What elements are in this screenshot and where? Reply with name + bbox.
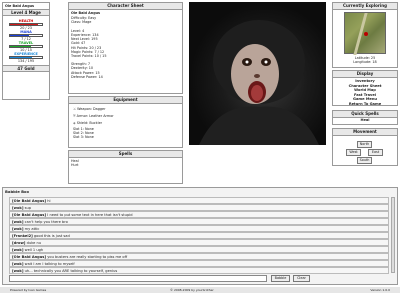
- move-south-button[interactable]: South: [357, 157, 372, 164]
- spell-hurt[interactable]: Hurt: [69, 163, 182, 167]
- chat-author: [wok]: [12, 220, 24, 224]
- character-sheet-panel: Character Sheet Ole Bald Angus Difficult…: [68, 2, 183, 94]
- footer-powered: Powered by Ivan Games: [10, 288, 47, 292]
- shield-icon: ◈: [73, 121, 76, 125]
- movement-panel: Movement North West East South: [332, 128, 398, 166]
- chat-author: [wok]: [12, 269, 24, 273]
- map-thumbnail[interactable]: [344, 12, 386, 55]
- display-link-return-to-game[interactable]: Return To Game: [333, 102, 397, 107]
- equipment-armor: ⛨ Armor: Leather Armor: [73, 114, 114, 118]
- travel-bar-fill: [10, 46, 32, 48]
- chat-text: my attic: [24, 227, 40, 231]
- chat-log[interactable]: [Ole Bald Angus] hi [wok] sup [Ole Bald An…: [3, 188, 397, 284]
- spells-panel: Spells Heal Hurt: [68, 150, 183, 184]
- gold-label: 47 Gold: [3, 65, 49, 73]
- chat-text: I need to put some text in here that isn…: [47, 213, 133, 217]
- equipment-shield: ◈ Shield: Buckler: [73, 121, 103, 125]
- armor-icon: ⛨: [73, 114, 76, 118]
- move-north-button[interactable]: North: [357, 141, 372, 148]
- chat-message: [Ole Bald Angus] hi: [9, 197, 389, 204]
- longitude: Longitude: 18: [353, 60, 377, 64]
- exploring-title: Currently Exploring: [333, 3, 397, 10]
- experience-bar-fill: [10, 57, 33, 59]
- sword-icon: ⚔: [73, 107, 77, 111]
- babble-button[interactable]: Babble: [271, 275, 290, 282]
- chat-text: hi: [47, 199, 51, 203]
- chat-message: [Ole Bald Angus] I need to put some text…: [9, 211, 389, 218]
- location-marker-icon: [364, 32, 368, 36]
- chat-message: [Ole Bald Angus] you busters are really …: [9, 253, 389, 260]
- game-page: Ole Bald Angus Level 4 Mage HEALTH 20 / …: [0, 0, 400, 293]
- chat-author: [Ole Bald Angus]: [12, 213, 47, 217]
- chat-scrollbar[interactable]: [391, 197, 395, 273]
- experience-value: 134 / 195: [17, 59, 35, 64]
- equipment-slot-3: Slot 3: None: [73, 135, 94, 140]
- health-bar: [9, 23, 43, 27]
- chat-text: good this is just sad: [33, 234, 70, 238]
- footer-copyright: © 2008-2009 by yourbrother: [170, 288, 214, 292]
- chat-text: duke nu: [26, 241, 41, 245]
- scene-image: [189, 2, 326, 145]
- move-east-button[interactable]: East: [368, 149, 383, 156]
- footer: Powered by Ivan Games © 2008-2009 by you…: [0, 287, 400, 293]
- equipment-title: Equipment: [69, 97, 182, 104]
- travel-bar: [9, 45, 43, 49]
- equipment-weapon: ⚔ Weapon: Dagger: [73, 107, 106, 111]
- quick-spells-title: Quick Spells: [333, 111, 397, 118]
- chat-message: [Frankel2] good this is just sad: [9, 232, 389, 239]
- chat-text: can't help you there bro: [24, 220, 68, 224]
- character-sheet-title: Character Sheet: [69, 3, 182, 10]
- chat-author: [wok]: [12, 248, 24, 252]
- chat-message: [wok] well 1 ugh: [9, 246, 389, 253]
- spells-title: Spells: [69, 151, 182, 158]
- move-west-button[interactable]: West: [346, 149, 361, 156]
- chat-text: well 1 ugh: [24, 248, 44, 252]
- chat-text: wait I am I talking to myself: [24, 262, 75, 266]
- chat-author: [wok]: [12, 227, 24, 231]
- chat-message: [wok] uh... technically you ARE talking …: [9, 267, 389, 274]
- display-links: Inventory Character Sheet World Map Fast Tr…: [333, 78, 397, 107]
- chat-message: [wok] sup: [9, 204, 389, 211]
- sheet-stats: Difficulty: Easy Class: Mage Level: 4 Exper…: [69, 16, 182, 79]
- chat-message: [wok] wait I am I talking to myself: [9, 260, 389, 267]
- equipment-panel: Equipment ⚔ Weapon: Dagger ⛨ Armor: Leat…: [68, 96, 183, 148]
- quick-spells-panel: Quick Spells Heal: [332, 110, 398, 125]
- experience-bar: [9, 56, 43, 60]
- exploring-panel: Currently Exploring Latitude: 25 Longitu…: [332, 2, 398, 68]
- mana-bar-fill: [10, 35, 29, 37]
- chat-input[interactable]: [9, 275, 267, 282]
- display-title: Display: [333, 71, 397, 78]
- status-panel: Ole Bald Angus Level 4 Mage HEALTH 20 / …: [2, 2, 50, 100]
- footer-version: Version 1.0.0: [370, 288, 390, 292]
- mana-bar: [9, 34, 43, 38]
- display-panel: Display Inventory Character Sheet World Ma…: [332, 70, 398, 106]
- chat-author: [wok]: [12, 206, 24, 210]
- chat-text: you busters are really starting to piss …: [47, 255, 128, 259]
- chat-author: [Frankel2]: [12, 234, 33, 238]
- movement-title: Movement: [333, 129, 397, 136]
- quick-spell-heal[interactable]: Heal: [333, 118, 397, 123]
- chat-author: [wok]: [12, 262, 24, 266]
- chat-text: sup: [24, 206, 32, 210]
- chat-message: [wok] can't help you there bro: [9, 218, 389, 225]
- clear-button[interactable]: Clear: [293, 275, 310, 282]
- level-label: Level 4 Mage: [3, 9, 49, 17]
- monkey-illustration: [199, 20, 319, 145]
- babble-box: Babble Box [Ole Bald Angus] hi [wok] sup[…: [2, 187, 398, 285]
- chat-message: [drow] duke nu: [9, 239, 389, 246]
- chat-author: [Ole Bald Angus]: [12, 199, 47, 203]
- chat-author: [Ole Bald Angus]: [12, 255, 47, 259]
- chat-text: uh... technically you ARE talking to you…: [24, 269, 118, 273]
- health-bar-fill: [10, 24, 38, 26]
- sheet-line: Defense Power: 14: [71, 74, 103, 79]
- chat-message: [wok] my attic: [9, 225, 389, 232]
- chat-author: [drow]: [12, 241, 26, 245]
